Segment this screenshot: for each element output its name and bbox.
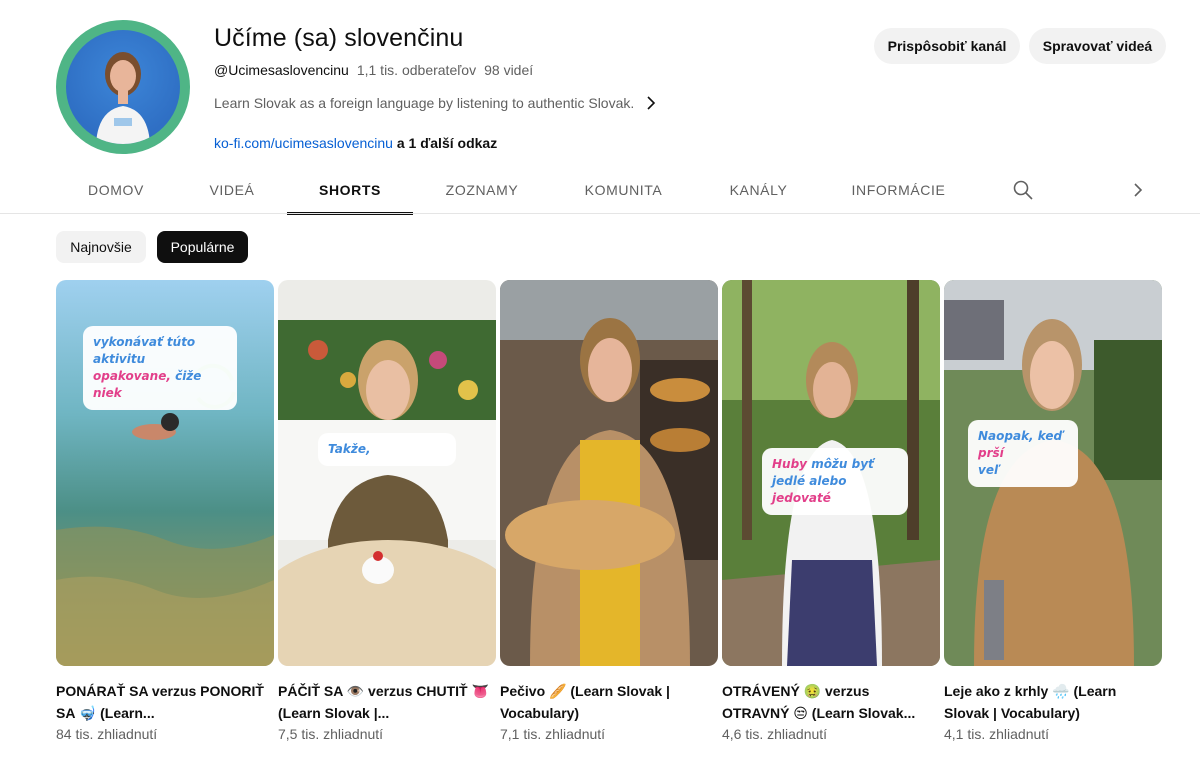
tab-channels[interactable]: KANÁLY	[696, 166, 821, 214]
short-card[interactable]: Naopak, keď prší veľ Leje ako z krhly 🌧️…	[944, 280, 1162, 742]
short-title[interactable]: PONÁRAŤ SA verzus PONORIŤ SA 🤿 (Learn...	[56, 680, 274, 724]
short-views: 4,6 tis. zhliadnutí	[722, 726, 828, 742]
short-title[interactable]: OTRÁVENÝ 🤢 verzus OTRAVNÝ 😒 (Learn Slova…	[722, 680, 940, 724]
short-views: 7,5 tis. zhliadnutí	[278, 726, 384, 742]
short-card[interactable]: Huby môžu byť jedlé alebo jedovaté OTRÁV…	[722, 280, 940, 742]
video-count: 98 videí	[484, 62, 534, 78]
manage-videos-button[interactable]: Spravovať videá	[1029, 28, 1166, 64]
short-title[interactable]: Leje ako z krhly 🌧️ (Learn Slovak | Voca…	[944, 680, 1162, 724]
kofi-link[interactable]: ko-fi.com/ucimesaslovencinu	[214, 135, 393, 151]
short-title[interactable]: PÁČIŤ SA 👁️ verzus CHUTIŤ 👅 (Learn Slova…	[278, 680, 496, 724]
channel-description[interactable]: Learn Slovak as a foreign language by li…	[214, 95, 656, 111]
short-thumbnail[interactable]: vykonávať túto aktivitu opakovane, čiže …	[56, 280, 274, 666]
channel-handle: @Ucimesaslovencinu	[214, 62, 349, 78]
more-links-link[interactable]: a 1 ďalší odkaz	[397, 135, 497, 151]
channel-avatar[interactable]	[56, 20, 190, 154]
tab-about[interactable]: INFORMÁCIE	[821, 166, 976, 214]
description-text: Learn Slovak as a foreign language by li…	[214, 95, 635, 111]
channel-title: Učíme (sa) slovenčinu	[214, 24, 464, 52]
short-card[interactable]: Takže, PÁČIŤ SA 👁️ verzus CHUTIŤ 👅 (Lear…	[278, 280, 496, 742]
tab-shorts[interactable]: SHORTS	[287, 166, 413, 215]
short-thumbnail[interactable]: Huby môžu byť jedlé alebo jedovaté	[722, 280, 940, 666]
channel-meta: @Ucimesaslovencinu 1,1 tis. odberateľov …	[214, 62, 533, 78]
subscriber-count: 1,1 tis. odberateľov	[356, 62, 477, 78]
chip-popular[interactable]: Populárne	[157, 231, 248, 263]
tab-home[interactable]: DOMOV	[56, 166, 176, 214]
short-overlay-text: Huby môžu byť jedlé alebo jedovaté	[762, 448, 908, 515]
short-thumbnail[interactable]: Takže,	[278, 280, 496, 666]
short-thumbnail[interactable]	[500, 280, 718, 666]
search-icon[interactable]	[1011, 178, 1035, 202]
chevron-right-icon[interactable]	[646, 96, 656, 110]
short-title[interactable]: Pečivo 🥖 (Learn Slovak | Vocabulary)	[500, 680, 718, 724]
tab-community[interactable]: KOMUNITA	[551, 166, 696, 214]
tab-videos[interactable]: VIDEÁ	[176, 166, 288, 214]
short-views: 4,1 tis. zhliadnutí	[944, 726, 1050, 742]
tab-playlists[interactable]: ZOZNAMY	[413, 166, 551, 214]
customize-channel-button[interactable]: Prispôsobiť kanál	[874, 28, 1020, 64]
chip-newest[interactable]: Najnovšie	[56, 231, 146, 263]
short-card[interactable]: vykonávať túto aktivitu opakovane, čiže …	[56, 280, 274, 742]
short-views: 84 tis. zhliadnutí	[56, 726, 158, 742]
avatar-photo	[66, 30, 180, 144]
short-thumbnail[interactable]: Naopak, keď prší veľ	[944, 280, 1162, 666]
channel-links: ko-fi.com/ucimesaslovencinu a 1 ďalší od…	[214, 135, 497, 151]
short-overlay-text: Naopak, keď prší veľ	[968, 420, 1078, 487]
chevron-right-icon[interactable]	[1126, 178, 1150, 202]
short-views: 7,1 tis. zhliadnutí	[500, 726, 606, 742]
short-overlay-text: vykonávať túto aktivitu opakovane, čiže …	[83, 326, 237, 410]
channel-tabs: DOMOV VIDEÁ SHORTS ZOZNAMY KOMUNITA KANÁ…	[56, 166, 1166, 215]
short-overlay-text: Takže,	[318, 433, 456, 466]
tabs-divider	[0, 213, 1200, 214]
short-card[interactable]: Pečivo 🥖 (Learn Slovak | Vocabulary) 7,1…	[500, 280, 718, 742]
